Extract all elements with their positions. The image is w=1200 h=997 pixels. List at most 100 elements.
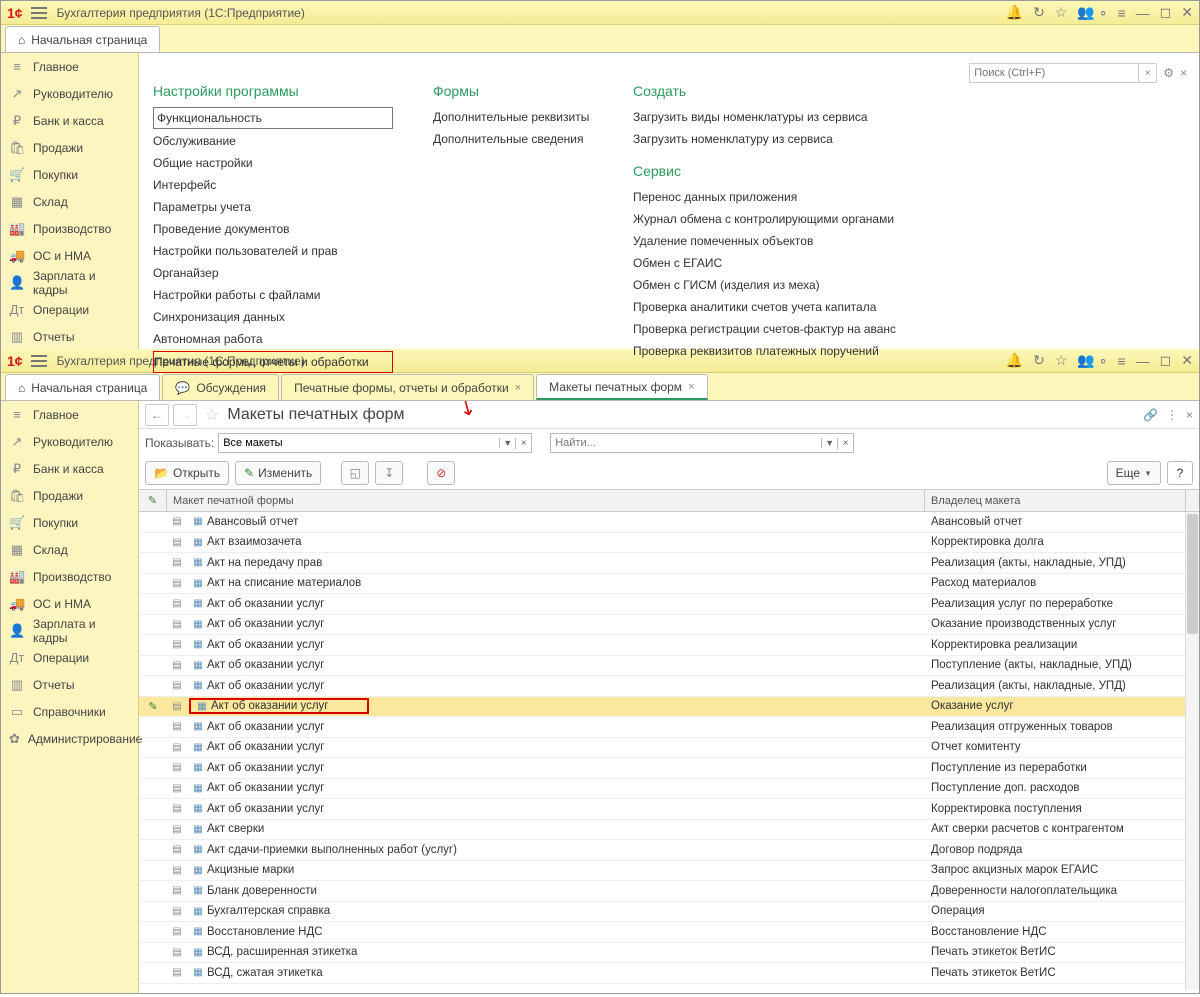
sidebar-item[interactable]: 🛒Покупки [1,161,138,188]
menu-icon[interactable] [31,7,47,19]
settings-link[interactable]: Автономная работа [153,329,393,349]
sidebar-item[interactable]: 🚚ОС и НМА [1,590,138,617]
sidebar-item[interactable]: ▥Отчеты [1,323,138,350]
chevron-down-icon[interactable]: ▼ [821,438,837,448]
settings-link[interactable]: Параметры учета [153,197,393,217]
scrollbar[interactable] [1185,512,1199,990]
settings-link[interactable]: Обслуживание [153,131,393,151]
bell-icon[interactable]: 🔔 [1006,4,1023,21]
sidebar-item[interactable]: ≡Главное [1,53,138,80]
table-row[interactable]: ▤▦Восстановление НДСВосстановление НДС [139,922,1199,943]
sidebar-item[interactable]: ↗Руководителю [1,80,138,107]
table-row[interactable]: ▤▦ВСД, расширенная этикеткаПечать этикет… [139,943,1199,964]
search-input[interactable] [969,63,1139,83]
sidebar-item[interactable]: ↗Руководителю [1,428,138,455]
sidebar-item[interactable]: 🏭Производство [1,215,138,242]
settings-link[interactable]: Обмен с ГИСМ (изделия из меха) [633,275,896,295]
table-row[interactable]: ✎▤▦Акт об оказании услугОказание услуг [139,697,1199,718]
settings-link[interactable]: Удаление помеченных объектов [633,231,896,251]
delete-button[interactable]: ⊘ [427,461,455,485]
col-owner[interactable]: Владелец макета [925,490,1185,511]
grid-body[interactable]: ▤▦Авансовый отчетАвансовый отчет▤▦Акт вз… [139,512,1199,990]
more-button[interactable]: Еще ▼ [1107,461,1161,485]
table-row[interactable]: ▤▦Акт об оказании услугКорректировка реа… [139,635,1199,656]
table-row[interactable]: ▤▦Авансовый отчетАвансовый отчет [139,512,1199,533]
settings-link[interactable]: Синхронизация данных [153,307,393,327]
sidebar-item[interactable]: ≡Главное [1,401,138,428]
sidebar-item[interactable]: 🛒Покупки [1,509,138,536]
sidebar-item[interactable]: 🚚ОС и НМА [1,242,138,269]
export-button[interactable]: ↧ [375,461,403,485]
tab[interactable]: ⌂Начальная страница [5,374,160,400]
table-row[interactable]: ▤▦Акт об оказании услугРеализация (акты,… [139,676,1199,697]
settings-link[interactable]: Функциональность [153,107,393,129]
settings-link[interactable]: Проверка аналитики счетов учета капитала [633,297,896,317]
table-row[interactable]: ▤▦Акт об оказании услугПоступление из пе… [139,758,1199,779]
fav-icon[interactable]: ☆ [205,405,219,425]
settings-link[interactable]: Проведение документов [153,219,393,239]
sidebar-item[interactable]: ▦Склад [1,536,138,563]
star-icon[interactable]: ☆ [1055,4,1068,21]
table-row[interactable]: ▤▦Акт об оказании услугОтчет комитенту [139,738,1199,759]
table-row[interactable]: ▤▦Акт на списание материаловРасход матер… [139,574,1199,595]
close-icon[interactable]: ✕ [1181,4,1193,21]
sidebar-item[interactable]: 🛍Продажи [1,134,138,161]
settings-link[interactable]: Настройки пользователей и прав [153,241,393,261]
user-icon[interactable]: 👥 ∘ [1077,4,1107,21]
filter-icon[interactable]: ≡ [1117,5,1125,21]
table-row[interactable]: ▤▦Акт об оказании услугПоступление (акты… [139,656,1199,677]
maximize-icon[interactable]: ◻ [1160,4,1172,21]
chevron-down-icon[interactable]: ▼ [499,438,515,448]
settings-link[interactable]: Печатные формы, отчеты и обработки [153,351,393,373]
settings-link[interactable]: Загрузить виды номенклатуры из сервиса [633,107,896,127]
table-row[interactable]: ▤▦Акт об оказании услугОказание производ… [139,615,1199,636]
sidebar-item[interactable]: 🛍Продажи [1,482,138,509]
history-icon[interactable]: ↻ [1033,4,1045,21]
settings-link[interactable]: Интерфейс [153,175,393,195]
settings-link[interactable]: Обмен с ЕГАИС [633,253,896,273]
nav-fwd[interactable]: → [173,404,197,426]
close-page-icon[interactable]: × [1186,408,1193,422]
sidebar-item[interactable]: ДтОперации [1,296,138,323]
filter-clear[interactable]: × [515,438,531,449]
sidebar-item[interactable]: ₽Банк и касса [1,107,138,134]
gear-icon[interactable]: ⚙ [1163,66,1174,80]
open-button[interactable]: 📂Открыть [145,461,229,485]
use-std-button[interactable]: ◱ [341,461,369,485]
table-row[interactable]: ▤▦Акт на передачу правРеализация (акты, … [139,553,1199,574]
sidebar-item[interactable]: ▦Склад [1,188,138,215]
sidebar-item[interactable]: ✿Администрирование [1,725,138,752]
table-row[interactable]: ▤▦Акт сдачи-приемки выполненных работ (у… [139,840,1199,861]
col-icon[interactable]: ✎ [139,490,167,511]
settings-link[interactable]: Перенос данных приложения [633,187,896,207]
table-row[interactable]: ▤▦Акт об оказании услугПоступление доп. … [139,779,1199,800]
settings-link[interactable]: Общие настройки [153,153,393,173]
settings-link[interactable]: Загрузить номенклатуру из сервиса [633,129,896,149]
sidebar-item[interactable]: ДтОперации [1,644,138,671]
tab-close-icon[interactable]: × [515,382,521,394]
table-row[interactable]: ▤▦Акт взаимозачетаКорректировка долга [139,533,1199,554]
table-row[interactable]: ▤▦Акт сверкиАкт сверки расчетов с контра… [139,820,1199,841]
table-row[interactable]: ▤▦Акт об оказании услугРеализация отгруж… [139,717,1199,738]
settings-link[interactable]: Проверка реквизитов платежных поручений [633,341,896,361]
scroll-thumb[interactable] [1187,514,1198,634]
more-icon[interactable]: ⋮ [1166,408,1178,422]
find-input[interactable] [551,434,821,452]
table-row[interactable]: ▤▦Акт об оказании услугКорректировка пос… [139,799,1199,820]
edit-button[interactable]: ✎Изменить [235,461,321,485]
find-combo[interactable]: ▼ × [550,433,854,453]
close-panel-icon[interactable]: × [1180,66,1187,80]
search-clear[interactable]: × [1139,63,1157,83]
minimize-icon[interactable]: — [1136,5,1150,21]
table-row[interactable]: ▤▦Акт об оказании услугРеализация услуг … [139,594,1199,615]
menu-icon-2[interactable] [31,355,47,367]
settings-link[interactable]: Дополнительные реквизиты [433,107,593,127]
nav-back[interactable]: ← [145,404,169,426]
filter-input[interactable] [219,434,499,452]
settings-link[interactable]: Настройки работы с файлами [153,285,393,305]
filter-combo[interactable]: ▼ × [218,433,532,453]
help-button[interactable]: ? [1167,461,1193,485]
settings-link[interactable]: Проверка регистрации счетов-фактур на ав… [633,319,896,339]
sidebar-item[interactable]: 🏭Производство [1,563,138,590]
sidebar-item[interactable]: 👤Зарплата и кадры [1,617,138,644]
